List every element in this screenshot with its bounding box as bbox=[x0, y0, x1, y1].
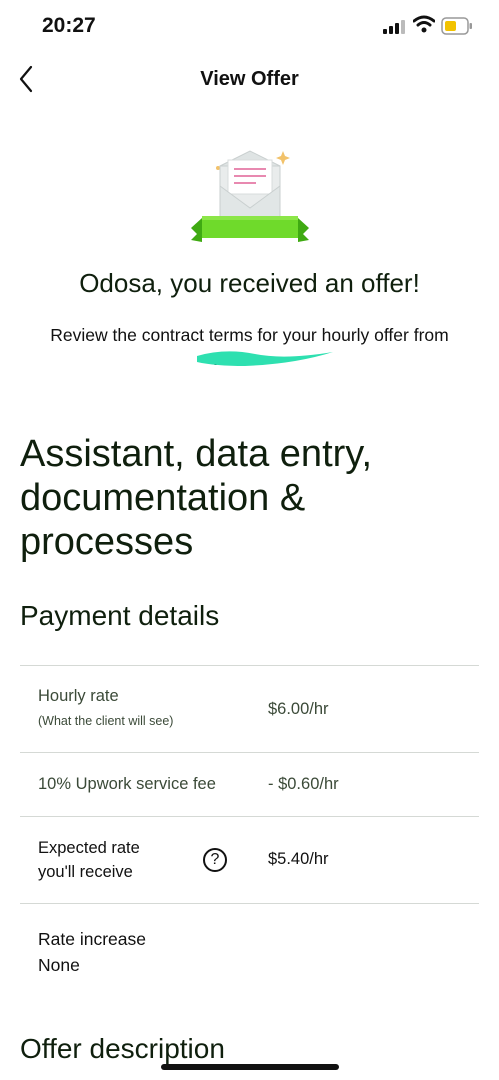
battery-icon bbox=[441, 17, 472, 35]
offer-description-heading: Offer description bbox=[20, 1033, 225, 1064]
divider bbox=[20, 752, 479, 753]
payment-details-heading: Payment details bbox=[20, 600, 220, 631]
status-time: 20:27 bbox=[42, 14, 96, 37]
rate-increase-value: None bbox=[38, 955, 80, 975]
hourly-rate-label: Hourly rate bbox=[38, 687, 119, 705]
hourly-rate-note: (What the client will see) bbox=[38, 714, 174, 728]
cellular-signal-icon bbox=[383, 20, 405, 34]
rate-increase-label: Rate increase bbox=[38, 929, 146, 949]
service-fee-value: - $0.60/hr bbox=[268, 775, 339, 793]
job-title-line: processes bbox=[20, 521, 194, 563]
job-title: Assistant, data entry, documentation & p… bbox=[20, 432, 490, 564]
home-indicator[interactable] bbox=[161, 1064, 339, 1070]
expected-rate-label: Expected rate you'll receive bbox=[38, 836, 140, 884]
divider bbox=[20, 665, 479, 666]
expected-rate-label-line1: Expected rate bbox=[38, 839, 140, 857]
offer-envelope-illustration bbox=[191, 150, 309, 242]
divider bbox=[20, 903, 479, 904]
divider bbox=[20, 816, 479, 817]
expected-rate-label-line2: you'll receive bbox=[38, 863, 133, 881]
page-title: View Offer bbox=[200, 68, 299, 90]
wifi-icon bbox=[413, 15, 435, 33]
expected-rate-value: $5.40/hr bbox=[268, 850, 329, 868]
hourly-rate-value: $6.00/hr bbox=[268, 700, 329, 718]
job-title-line: documentation & bbox=[20, 477, 306, 519]
service-fee-label: 10% Upwork service fee bbox=[38, 775, 216, 793]
redaction-scribble bbox=[197, 351, 333, 366]
offer-headline: Odosa, you received an offer! bbox=[79, 268, 420, 298]
job-title-line: Assistant, data entry, bbox=[20, 433, 373, 475]
help-question-icon[interactable]: ? bbox=[203, 848, 227, 872]
